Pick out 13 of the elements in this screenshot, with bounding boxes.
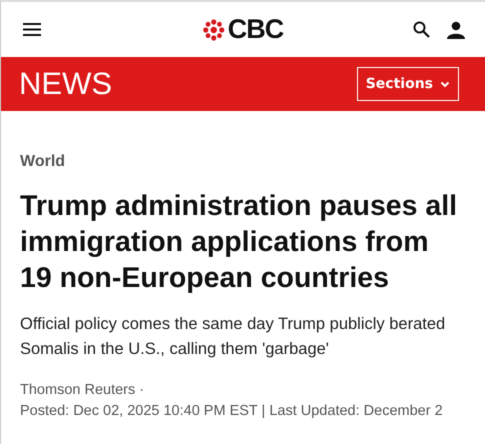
headline: Trump administration pauses all immigration applications from 19 non-European countries bbox=[20, 189, 458, 296]
search-icon[interactable] bbox=[413, 21, 430, 38]
sections-button[interactable]: Sections bbox=[356, 67, 459, 101]
user-icon[interactable] bbox=[447, 20, 465, 38]
logo-text[interactable]: CBC bbox=[228, 14, 284, 45]
chevron-down-icon bbox=[440, 80, 450, 88]
gem-logo-icon bbox=[202, 18, 225, 40]
byline: Thomson Reuters · bbox=[20, 381, 146, 400]
section-title[interactable]: NEWS bbox=[19, 66, 112, 102]
category-link[interactable]: World bbox=[20, 153, 66, 171]
subheadline: Official policy comes the same day Trump publicly berated Somalis in the U.S., calling them 'garbage' bbox=[20, 314, 446, 360]
menu-icon[interactable] bbox=[23, 23, 41, 36]
dateline: Posted: Dec 02, 2025 10:40 PM EST | Last Updated: December 2 bbox=[20, 402, 444, 421]
